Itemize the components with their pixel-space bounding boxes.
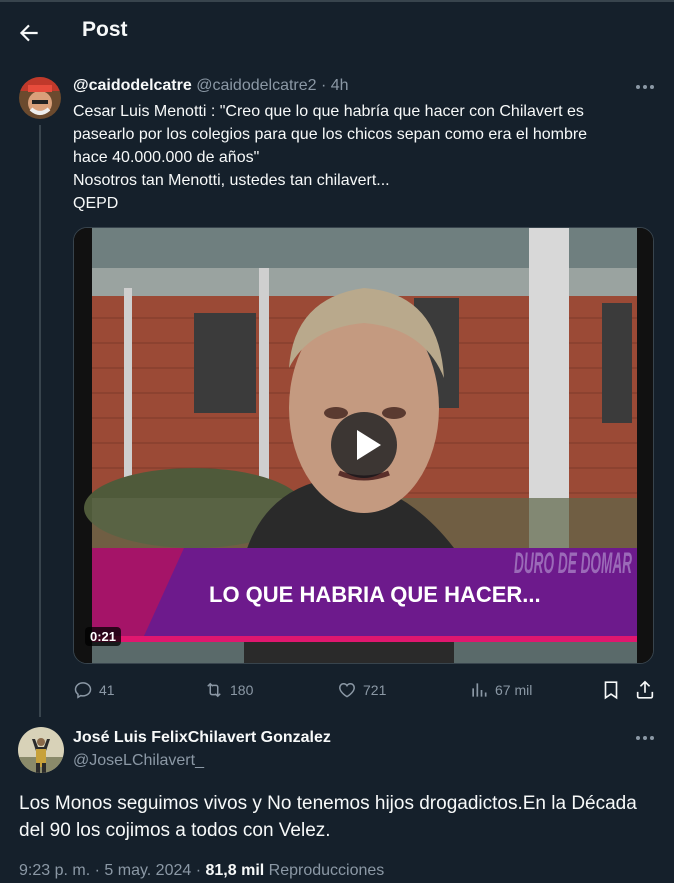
author-name[interactable]: José Luis FelixChilavert Gonzalez xyxy=(73,729,331,747)
back-arrow-icon[interactable] xyxy=(16,20,42,46)
views-label: Reproducciones xyxy=(268,862,385,879)
analytics-icon xyxy=(472,683,487,697)
author-handle[interactable]: @JoseLChilavert_ xyxy=(73,752,204,770)
channel-logo: DURO DE DOMAR xyxy=(514,547,632,580)
separator: · xyxy=(195,862,202,879)
author-handle[interactable]: @caidodelcatre2 xyxy=(196,77,316,94)
video-duration: 0:21 xyxy=(85,627,122,646)
heart-icon xyxy=(339,682,355,698)
author-name[interactable]: @caidodelcatre xyxy=(73,77,192,94)
post-text-line: Los Monos seguimos vivos y No tenemos hi… xyxy=(19,793,637,814)
page-title: Post xyxy=(82,18,128,41)
post-text: Los Monos seguimos vivos y No tenemos hi… xyxy=(19,790,659,844)
post-time[interactable]: 9:23 p. m. xyxy=(19,862,90,879)
top-bar: Post xyxy=(0,0,674,62)
views-count: 67 mil xyxy=(495,682,533,698)
reply-icon xyxy=(74,682,92,699)
play-icon xyxy=(357,430,381,460)
views-button[interactable]: 67 mil xyxy=(469,679,532,701)
post-text-line: del 90 los cojimos a todos con Velez. xyxy=(19,820,331,841)
separator: · xyxy=(94,862,100,879)
more-icon[interactable] xyxy=(634,81,656,93)
post-text-line: QEPD xyxy=(73,195,119,212)
avatar[interactable] xyxy=(18,727,64,773)
like-button[interactable]: 721 xyxy=(337,679,386,701)
post-text-line: Cesar Luis Menotti : "Creo que lo que ha… xyxy=(73,103,584,120)
post-time[interactable]: 4h xyxy=(331,77,349,94)
reply-button[interactable]: 41 xyxy=(73,679,115,701)
like-count: 721 xyxy=(363,682,387,698)
share-icon[interactable] xyxy=(634,679,656,701)
reply-count: 41 xyxy=(99,682,115,698)
repost-icon xyxy=(207,682,221,698)
repost-button[interactable]: 180 xyxy=(204,679,253,701)
post-text-line: pasearlo por los colegios para que los c… xyxy=(73,126,588,143)
post-text: Cesar Luis Menotti : "Creo que lo que ha… xyxy=(73,100,653,215)
more-icon[interactable] xyxy=(634,732,656,744)
avatar[interactable] xyxy=(19,77,61,119)
thread-line xyxy=(39,125,41,717)
post-text-line: Nosotros tan Menotti, ustedes tan chilav… xyxy=(73,172,390,189)
repost-count: 180 xyxy=(230,682,254,698)
post-meta: 9:23 p. m. · 5 may. 2024 · 81,8 mil Repr… xyxy=(19,862,384,880)
bookmark-icon[interactable] xyxy=(600,679,622,701)
views-count: 81,8 mil xyxy=(205,862,265,879)
separator: · xyxy=(320,77,327,94)
post-text-line: hace 40.000.000 de años" xyxy=(73,149,260,166)
play-button[interactable] xyxy=(331,412,397,478)
video-caption: LO QUE HABRIA QUE HACER... xyxy=(209,582,541,607)
post-header: @caidodelcatre @caidodelcatre2 · 4h xyxy=(73,77,349,95)
post-date[interactable]: 5 may. 2024 xyxy=(104,862,191,879)
